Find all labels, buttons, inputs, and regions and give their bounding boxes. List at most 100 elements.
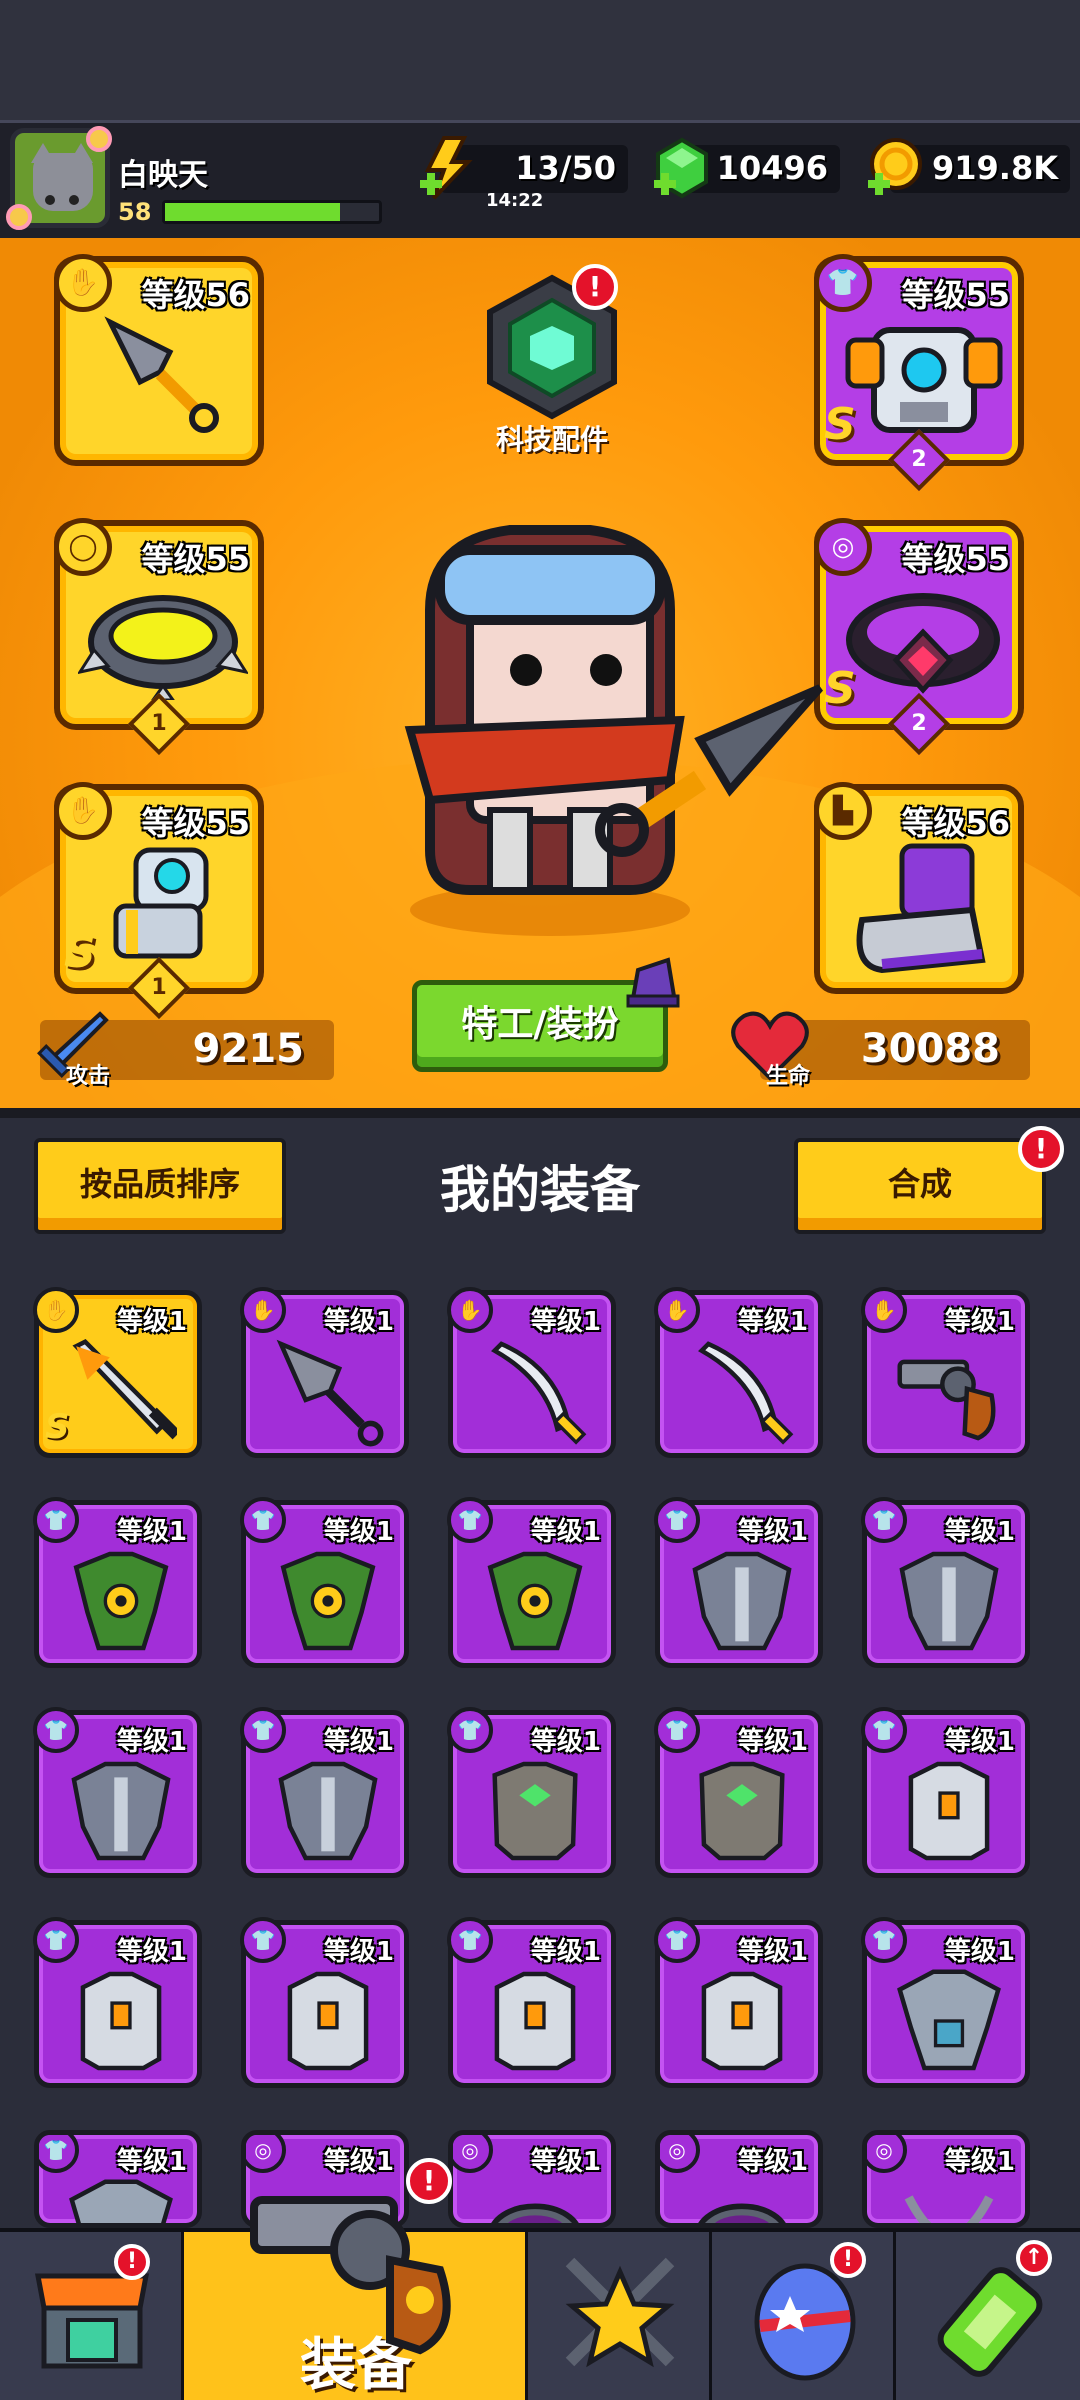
inventory-item[interactable]: ✋ 等级1 — [447, 1287, 616, 1458]
inventory-item[interactable]: ◎ 等级1 — [655, 2130, 823, 2228]
inventory-item[interactable]: 👕 等级1 — [447, 1707, 616, 1878]
inventory-item[interactable]: ✋ 等级1 — [240, 1287, 409, 1458]
inventory-item[interactable]: 👕 等级1 — [33, 1497, 202, 1668]
item-level: 等级1 — [323, 1307, 394, 1337]
energy-value: 13/50 — [515, 149, 616, 187]
star-swords-icon — [565, 2257, 675, 2368]
hp-value: 30088 — [860, 1026, 1000, 1072]
item-type-icon: 👕 — [654, 1497, 700, 1543]
item-level: 等级1 — [530, 1937, 601, 1967]
vest-icon — [494, 1971, 576, 2071]
item-level: 等级1 — [323, 1517, 394, 1547]
inventory-item[interactable]: 👕 等级1 — [654, 1497, 823, 1668]
item-type-icon: 👕 — [33, 1497, 79, 1543]
item-type-icon: 👕 — [240, 1497, 286, 1543]
equip-slot-ring[interactable]: ◯ 等级55 1 — [54, 518, 264, 756]
item-type-icon: 👕 — [447, 1917, 493, 1963]
gems-value: 10496 — [716, 149, 828, 187]
inventory-item[interactable]: ✋ 等级1 — [654, 1287, 823, 1458]
ring-type-icon: ◯ — [54, 518, 112, 576]
revolver-icon — [897, 1359, 996, 1441]
equip-slot-belt[interactable]: ◎ 等级55 S 2 — [814, 518, 1024, 756]
item-type-icon: 👕 — [240, 1917, 286, 1963]
item-level: 等级1 — [944, 1727, 1015, 1757]
inventory-item[interactable]: 👕 等级1 — [240, 1497, 409, 1668]
inventory-item[interactable]: 👕 等级1 — [447, 1497, 616, 1668]
item-level: 等级1 — [116, 2147, 187, 2177]
item-type-icon: ◎ — [660, 2135, 700, 2173]
vest-icon — [701, 1971, 783, 2071]
inventory-item[interactable]: 👕 等级1 — [861, 1917, 1030, 2088]
gem-icon[interactable] — [652, 136, 712, 204]
sort-by-quality-button[interactable]: 按品质排序 — [34, 1138, 286, 1234]
steel-armor-icon — [278, 1761, 378, 1861]
equip-level: 等级55 — [141, 540, 250, 578]
inventory-item[interactable]: 👕 等级1 — [447, 1917, 616, 2088]
item-level: 等级1 — [737, 1727, 808, 1757]
equip-level: 等级55 — [901, 540, 1010, 578]
flower-icon — [6, 204, 32, 230]
inventory-item[interactable]: 👕 等级1 — [861, 1707, 1030, 1878]
item-level: 等级1 — [116, 1307, 187, 1337]
item-type-icon: ✋ — [654, 1287, 700, 1333]
inventory-item[interactable]: 👕 等级1 — [240, 1707, 409, 1878]
inventory-item[interactable]: ◎ 等级1 — [862, 2130, 1030, 2228]
attack-value: 9215 — [192, 1026, 304, 1072]
nav-tab-pets[interactable]: ! — [712, 2232, 896, 2400]
item-type-icon: 👕 — [39, 2135, 79, 2173]
research-upgrade-badge: ↑ — [1016, 2240, 1052, 2276]
item-level: 等级1 — [944, 1517, 1015, 1547]
equip-level: 等级56 — [141, 276, 250, 314]
inventory-item[interactable]: 👕 等级1 — [33, 1707, 202, 1878]
nav-tab-shop[interactable]: ! — [0, 2232, 184, 2400]
sword-icon — [72, 1338, 177, 1440]
coin-icon[interactable] — [866, 136, 926, 204]
inventory-item[interactable]: ✋ 等级1 — [861, 1287, 1030, 1458]
dragon-armor-icon — [280, 1551, 376, 1651]
merge-alert-badge: ! — [1018, 1126, 1064, 1172]
item-type-icon: 👕 — [447, 1707, 493, 1753]
xp-bar — [162, 200, 382, 224]
equip-level: 等级56 — [901, 804, 1010, 842]
equip-slot-boots[interactable]: ▙ 等级56 — [814, 782, 1024, 994]
inventory-item[interactable]: 👕 等级1 — [654, 1707, 823, 1878]
item-level: 等级1 — [530, 1307, 601, 1337]
cat-icon — [33, 153, 93, 211]
item-level: 等级1 — [116, 1727, 187, 1757]
plate-armor-icon — [897, 1969, 1001, 2071]
inventory-item[interactable]: 👕 等级1 — [861, 1497, 1030, 1668]
lightning-icon[interactable] — [418, 136, 478, 204]
nav-tab-research[interactable]: ↑ — [896, 2232, 1080, 2400]
mech-armor-icon — [845, 327, 1003, 433]
inventory-item[interactable]: 👕 等级1 — [654, 1917, 823, 2088]
equip-slot-weapon[interactable]: ✋ 等级56 — [54, 254, 264, 466]
flower-icon — [86, 126, 112, 152]
item-level: 等级1 — [323, 2147, 394, 2177]
inventory-item[interactable]: ✋ 等级1 S — [33, 1287, 202, 1458]
item-type-icon: ◎ — [453, 2135, 493, 2173]
equip-slot-armor[interactable]: 👕 等级55 S 2 — [814, 254, 1024, 492]
inventory-item[interactable]: ◎ 等级1 — [448, 2130, 616, 2228]
tech-alert-badge: ! — [572, 264, 618, 310]
equip-level: 等级55 — [141, 804, 250, 842]
inventory-item[interactable]: 👕 等级1 — [33, 1917, 202, 2088]
item-level: 等级1 — [116, 1937, 187, 1967]
item-level: 等级1 — [944, 1307, 1015, 1337]
item-type-icon: ✋ — [861, 1287, 907, 1333]
divider — [0, 1108, 1080, 1118]
inventory-item[interactable]: 👕 等级1 — [240, 1917, 409, 2088]
player-level: 58 — [118, 198, 152, 226]
vest-icon — [80, 1971, 162, 2071]
equip-slot-glove[interactable]: ✋ 等级55 S 1 — [54, 782, 264, 1020]
gem-belt-icon — [846, 593, 1000, 694]
inventory-item[interactable]: 👕 等级1 — [34, 2130, 202, 2228]
nav-tab-battle[interactable] — [528, 2232, 712, 2400]
item-type-icon: 👕 — [33, 1707, 79, 1753]
hp-label: 生命 — [766, 1064, 811, 1089]
ring-icon — [698, 2203, 786, 2223]
item-type-icon: 👕 — [447, 1497, 493, 1543]
stone-armor-icon — [699, 1761, 785, 1861]
item-type-icon: ✋ — [447, 1287, 493, 1333]
item-level: 等级1 — [323, 1937, 394, 1967]
merge-button[interactable]: 合成 — [794, 1138, 1046, 1234]
